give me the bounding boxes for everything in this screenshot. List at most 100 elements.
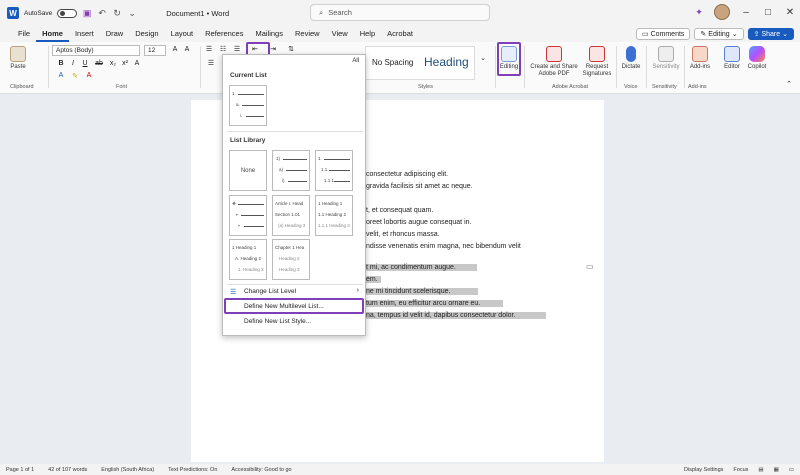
- font-name-box[interactable]: Aptos (Body): [52, 45, 140, 56]
- bold-icon[interactable]: B: [56, 60, 66, 67]
- italic-icon[interactable]: I: [68, 60, 78, 67]
- redo-icon[interactable]: ↻: [112, 8, 122, 19]
- autosave-toggle[interactable]: [57, 8, 78, 18]
- comments-button[interactable]: ▭ Comments: [635, 28, 691, 40]
- current-list-thumbnail[interactable]: 1. a. i.: [229, 85, 267, 126]
- styles-more-icon[interactable]: ⌄: [478, 54, 488, 62]
- font-color-icon[interactable]: A: [84, 72, 94, 79]
- paste-button[interactable]: Paste: [10, 46, 26, 71]
- filter-all[interactable]: All: [352, 58, 359, 64]
- sensitivity-group-label: Sensitivity: [652, 84, 677, 90]
- multilevel-list-icon[interactable]: ☰: [232, 45, 242, 53]
- share-button[interactable]: ⇪ Share ⌄: [747, 28, 794, 40]
- print-layout-icon[interactable]: ▦: [774, 467, 779, 473]
- font-size-box[interactable]: 12: [144, 45, 166, 56]
- thumb-text: 1.1.: [321, 167, 329, 172]
- subscript-icon[interactable]: x₂: [108, 60, 118, 67]
- style-no-spacing[interactable]: No Spacing: [372, 58, 413, 67]
- create-share-pdf-button[interactable]: Create and Share Adobe PDF: [528, 46, 580, 78]
- list-style-chapter[interactable]: Chapter 1 Hea Heading 2 Heading 3: [272, 239, 310, 280]
- thumb-text: Chapter 1 Hea: [275, 245, 305, 250]
- dictate-button[interactable]: Dictate: [619, 46, 643, 71]
- superscript-icon[interactable]: x²: [120, 60, 130, 67]
- find-replace-icon: [501, 46, 517, 62]
- request-signatures-button[interactable]: Request Signatures: [580, 46, 614, 78]
- thumb-text: Heading 3: [279, 267, 300, 272]
- avatar[interactable]: [714, 4, 730, 20]
- text-effects-icon[interactable]: A: [56, 72, 66, 79]
- list-style-heading-plain[interactable]: 1 Heading 1 A. Heading 2 1. Heading 3: [229, 239, 267, 280]
- search-box[interactable]: ⌕ Search: [310, 4, 490, 21]
- tab-file[interactable]: File: [12, 26, 36, 42]
- list-style-article[interactable]: Article I. Head Section 1.01 (a) Heading…: [272, 195, 310, 236]
- list-library-heading: List Library: [230, 137, 266, 144]
- word-logo-icon: W: [7, 7, 19, 19]
- collapse-ribbon-icon[interactable]: ⌃: [784, 80, 794, 88]
- microphone-icon: [626, 46, 636, 62]
- tab-design[interactable]: Design: [129, 26, 164, 42]
- define-list-style-item[interactable]: Define New List Style...: [244, 318, 311, 325]
- sensitivity-button[interactable]: Sensitivity: [650, 46, 682, 71]
- thumb-text: i): [282, 178, 285, 183]
- underline-icon[interactable]: U: [80, 60, 90, 67]
- style-heading[interactable]: Heading: [424, 55, 469, 69]
- tab-layout[interactable]: Layout: [165, 26, 200, 42]
- editor-button[interactable]: Editor: [720, 46, 744, 71]
- shrink-font-icon[interactable]: A: [182, 46, 192, 53]
- tab-mailings[interactable]: Mailings: [249, 26, 289, 42]
- clipboard-group-label: Clipboard: [10, 84, 34, 90]
- undo-icon[interactable]: ↶: [97, 8, 107, 19]
- align-left-icon[interactable]: ☰: [206, 59, 216, 67]
- minimize-icon[interactable]: –: [740, 7, 752, 18]
- editing-button[interactable]: Editing: [499, 46, 519, 71]
- customize-toolbar-icon[interactable]: ⌄: [127, 8, 137, 19]
- focus-button[interactable]: Focus: [733, 467, 748, 473]
- editing-mode-button[interactable]: ✎ Editing ⌄: [694, 28, 744, 40]
- list-style-none[interactable]: None: [229, 150, 267, 191]
- close-icon[interactable]: ✕: [784, 7, 796, 18]
- sensitivity-icon: [658, 46, 674, 62]
- doc-line: t, et consequat quam.: [366, 207, 434, 214]
- copilot-button[interactable]: Copilot: [744, 46, 770, 71]
- save-icon[interactable]: ▣: [82, 8, 92, 19]
- list-style-heading-numbered[interactable]: 1 Heading 1 1.1 Heading 2 1.1.1 Heading …: [315, 195, 353, 236]
- add-ins-button[interactable]: Add-ins: [688, 46, 712, 71]
- text-predictions[interactable]: Text Predictions: On: [168, 467, 217, 473]
- tab-references[interactable]: References: [199, 26, 249, 42]
- accessibility-status[interactable]: Accessibility: Good to go: [231, 467, 291, 473]
- comment-marker-icon[interactable]: ▭: [586, 262, 594, 271]
- document-title: Document1 • Word: [166, 8, 230, 18]
- change-list-level-item[interactable]: Change List Level: [244, 288, 296, 295]
- highlight-icon[interactable]: ✎: [70, 72, 80, 80]
- read-mode-icon[interactable]: ▤: [758, 467, 763, 473]
- web-layout-icon[interactable]: ▭: [789, 467, 794, 473]
- list-style-bullets[interactable]: ❖ ➢ ▪: [229, 195, 267, 236]
- tab-acrobat[interactable]: Acrobat: [381, 26, 419, 42]
- page-count[interactable]: Page 1 of 1: [6, 467, 34, 473]
- clear-format-icon[interactable]: A: [132, 60, 142, 67]
- bullets-icon[interactable]: ☰: [204, 45, 214, 53]
- copilot-small-icon[interactable]: ✦: [694, 7, 704, 18]
- tab-view[interactable]: View: [326, 26, 354, 42]
- maximize-icon[interactable]: □: [762, 7, 774, 18]
- strikethrough-icon[interactable]: ab: [94, 60, 104, 67]
- language[interactable]: English (South Africa): [101, 467, 154, 473]
- list-style-outline[interactable]: 1. 1.1. 1.1.1.: [315, 150, 353, 191]
- sensitivity-label: Sensitivity: [652, 64, 680, 70]
- tab-draw[interactable]: Draw: [100, 26, 130, 42]
- editing-ribbon-label: Editing: [499, 64, 519, 70]
- display-settings-button[interactable]: Display Settings: [684, 467, 723, 473]
- chevron-right-icon: ›: [356, 287, 359, 294]
- sort-icon[interactable]: ⇅: [286, 45, 296, 53]
- doc-line: consectetur adipiscing elit.: [366, 171, 449, 178]
- tab-help[interactable]: Help: [354, 26, 381, 42]
- grow-font-icon[interactable]: A: [170, 46, 180, 53]
- thumb-text: 1.1.1 Heading 3: [318, 223, 350, 228]
- tab-home[interactable]: Home: [36, 26, 69, 42]
- list-style-numbered[interactable]: 1) a) i): [272, 150, 310, 191]
- tab-review[interactable]: Review: [289, 26, 326, 42]
- tab-insert[interactable]: Insert: [69, 26, 100, 42]
- signature-icon: [589, 46, 605, 62]
- numbering-icon[interactable]: ☷: [218, 45, 228, 53]
- word-count[interactable]: 42 of 107 words: [48, 467, 87, 473]
